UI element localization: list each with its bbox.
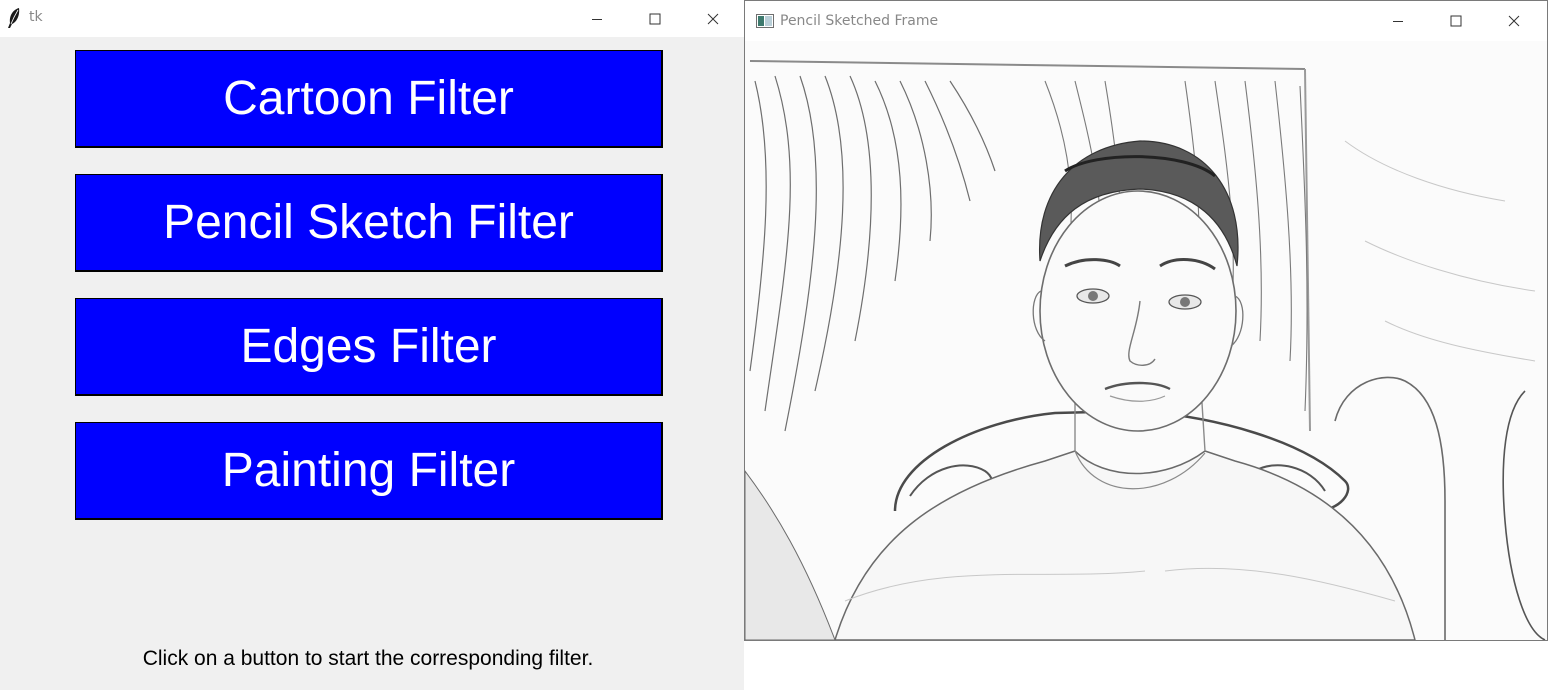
close-icon[interactable] — [1485, 1, 1543, 41]
frame-window-title: Pencil Sketched Frame — [780, 13, 939, 29]
cartoon-filter-button[interactable]: Cartoon Filter — [75, 50, 663, 148]
frame-titlebar[interactable]: Pencil Sketched Frame — [745, 1, 1547, 41]
close-icon[interactable] — [684, 0, 742, 37]
pencil-sketch-filter-button[interactable]: Pencil Sketch Filter — [75, 174, 663, 272]
tk-window-title: tk — [29, 9, 43, 25]
painting-filter-button[interactable]: Painting Filter — [75, 422, 663, 520]
pencil-sketch-window: Pencil Sketched Frame — [744, 0, 1548, 641]
tk-window: tk Cartoon Filter Pencil Sketch Filter E… — [0, 0, 744, 690]
maximize-icon[interactable] — [626, 0, 684, 37]
pencil-sketch-image — [745, 41, 1547, 640]
window-app-icon — [756, 14, 774, 33]
tk-titlebar[interactable]: tk — [0, 0, 744, 37]
feather-icon — [6, 7, 22, 34]
sketch-drawing — [745, 41, 1547, 640]
minimize-icon[interactable] — [1369, 1, 1427, 41]
minimize-icon[interactable] — [568, 0, 626, 37]
edges-filter-button[interactable]: Edges Filter — [75, 298, 663, 396]
status-label: Click on a button to start the correspon… — [142, 647, 594, 670]
maximize-icon[interactable] — [1427, 1, 1485, 41]
